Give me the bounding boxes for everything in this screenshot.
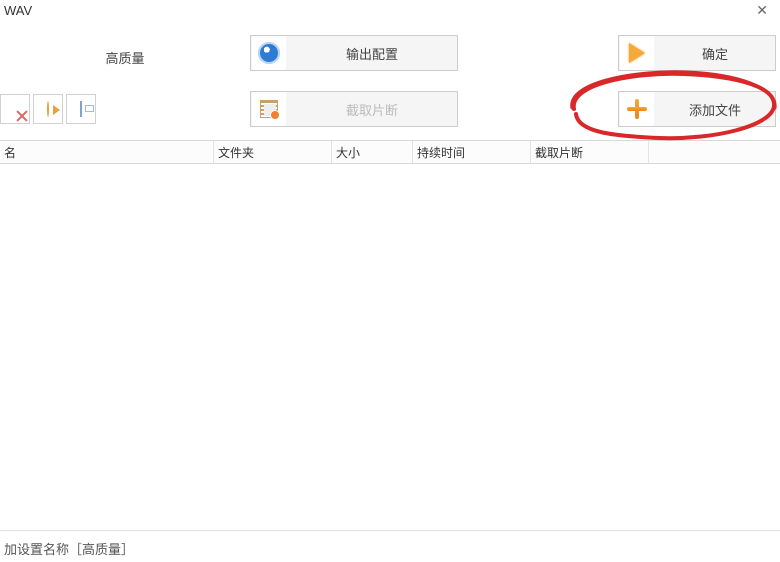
plus-icon	[620, 92, 654, 126]
preview-button[interactable]	[66, 94, 96, 124]
col-folder[interactable]: 文件夹	[214, 141, 332, 163]
toolbar-row-2: 截取片断 添加文件	[0, 88, 780, 130]
play-button[interactable]	[33, 94, 63, 124]
output-config-label: 输出配置	[287, 44, 457, 63]
remove-button[interactable]	[0, 94, 30, 124]
confirm-label: 确定	[655, 44, 775, 63]
add-file-button[interactable]: 添加文件	[618, 91, 776, 127]
arrow-icon	[620, 36, 654, 70]
clip-segment-button[interactable]: 截取片断	[250, 91, 458, 127]
confirm-button[interactable]: 确定	[618, 35, 776, 71]
toolbar-row-1: 高质量 输出配置 确定	[0, 32, 780, 74]
title-bar: WAV ✕	[0, 0, 780, 26]
col-clip[interactable]: 截取片断	[531, 141, 649, 163]
col-duration[interactable]: 持续时间	[413, 141, 531, 163]
col-size[interactable]: 大小	[332, 141, 413, 163]
window-title: WAV	[4, 3, 32, 18]
output-config-button[interactable]: 输出配置	[250, 35, 458, 71]
screen-icon	[80, 102, 82, 116]
status-footer: 加设置名称［高质量］	[0, 530, 780, 562]
quality-label: 高质量	[0, 40, 250, 67]
gear-icon	[252, 36, 286, 70]
add-file-label: 添加文件	[655, 100, 775, 119]
col-spacer	[649, 141, 780, 163]
col-name[interactable]: 名	[0, 141, 214, 163]
film-icon	[252, 92, 286, 126]
table-body	[0, 164, 780, 524]
play-icon	[47, 102, 49, 116]
close-icon[interactable]: ✕	[752, 2, 772, 19]
small-icon-group	[0, 94, 250, 124]
table-header: 名 文件夹 大小 持续时间 截取片断	[0, 140, 780, 164]
clip-segment-label: 截取片断	[287, 100, 457, 119]
